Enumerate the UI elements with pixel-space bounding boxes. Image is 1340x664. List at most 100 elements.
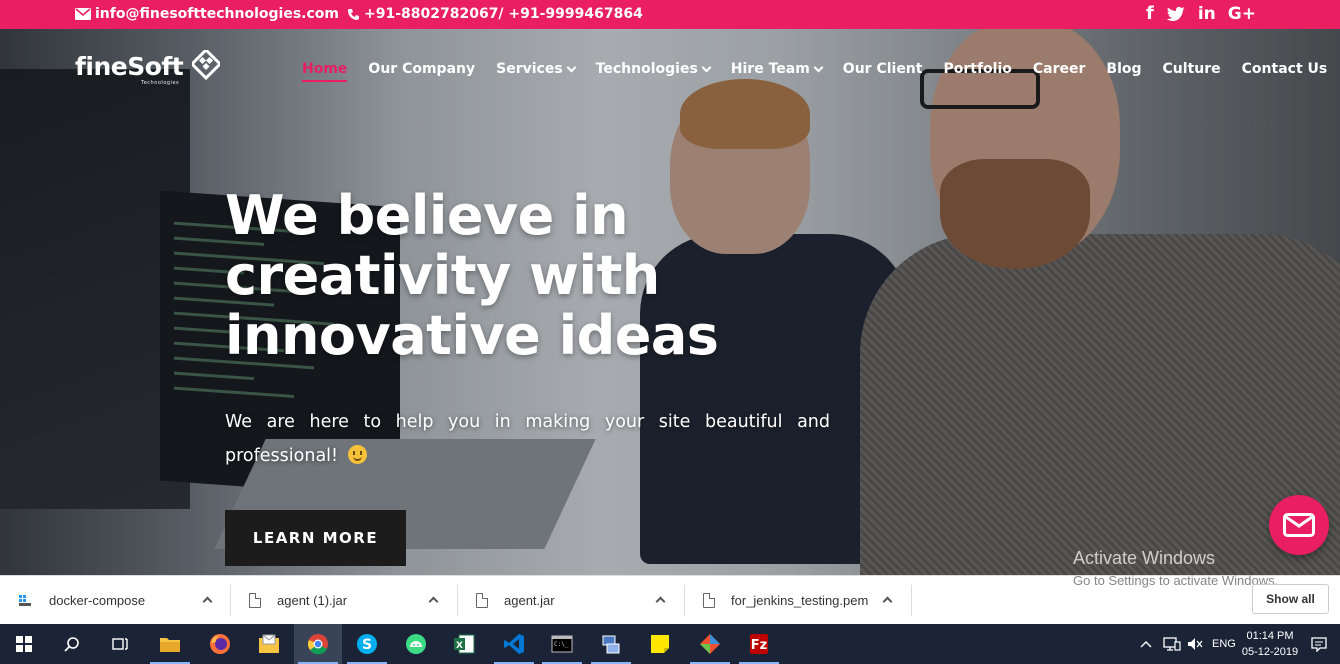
email-link[interactable]: info@finesofttechnologies.com: [95, 6, 339, 22]
learn-more-button[interactable]: LEARN MORE: [225, 510, 406, 566]
activate-windows-hint: Go to Settings to activate Windows.: [1073, 573, 1279, 588]
nav-portfolio[interactable]: Portfolio: [943, 61, 1011, 77]
taskbar-app[interactable]: [636, 624, 684, 664]
site-logo[interactable]: fineSoft Technologies: [75, 50, 221, 86]
nav-technologies[interactable]: Technologies: [596, 61, 712, 77]
nav-culture[interactable]: Culture: [1163, 61, 1221, 77]
input-language-button[interactable]: ENG: [1212, 624, 1236, 664]
activate-windows-watermark: Activate Windows: [1073, 548, 1216, 568]
taskbar-app[interactable]: S: [343, 624, 391, 664]
chevron-up-icon[interactable]: [882, 596, 893, 607]
download-item[interactable]: docker-compose: [18, 576, 231, 625]
windows-logo-icon: [16, 636, 32, 652]
search-icon: [64, 637, 79, 652]
logo-wordmark: fineSoft: [75, 51, 184, 81]
twitter-icon[interactable]: [1166, 6, 1186, 22]
vscode-icon: [504, 634, 524, 654]
docker-file-icon: [19, 594, 31, 606]
taskbar-app[interactable]: C:\_: [538, 624, 586, 664]
firefox-icon: [210, 634, 230, 654]
file-icon: [703, 593, 715, 608]
download-item[interactable]: agent.jar: [476, 576, 686, 625]
hero-headline-line-3: innovative ideas: [225, 304, 719, 367]
nav-career[interactable]: Career: [1033, 61, 1086, 77]
download-filename: agent (1).jar: [277, 593, 348, 608]
windows-taskbar: S X C:\_ Fz ENG 01:14 PM 05-12-2019: [0, 624, 1340, 664]
nav-our-client[interactable]: Our Client: [843, 61, 923, 77]
action-center-button[interactable]: [1311, 624, 1327, 664]
nav-home[interactable]: Home: [302, 61, 348, 82]
chevron-down-icon: [701, 62, 712, 72]
contact-mail-button[interactable]: [1269, 495, 1329, 555]
social-links: f in G+: [1146, 3, 1256, 24]
show-all-downloads-button[interactable]: Show all: [1252, 584, 1329, 614]
phone-icon: [347, 8, 359, 20]
network-icon: [1163, 637, 1181, 651]
search-button[interactable]: [48, 624, 96, 664]
chevron-up-icon[interactable]: [655, 596, 666, 607]
facebook-icon[interactable]: f: [1146, 3, 1154, 24]
main-nav: Home Our Company Services Technologies H…: [302, 61, 1340, 82]
svg-text:S: S: [362, 637, 372, 653]
notification-icon: [1311, 637, 1327, 652]
task-view-icon: [112, 638, 128, 650]
taskbar-app[interactable]: [146, 624, 194, 664]
svg-text:X: X: [456, 641, 463, 651]
file-icon: [249, 593, 261, 608]
excel-icon: X: [454, 634, 475, 654]
show-hidden-icons-button[interactable]: [1140, 624, 1152, 664]
chevron-up-icon[interactable]: [428, 596, 439, 607]
chrome-icon: [308, 634, 328, 655]
skype-icon: S: [357, 634, 377, 654]
terminal-icon: C:\_: [551, 635, 573, 653]
nav-blog[interactable]: Blog: [1106, 61, 1141, 77]
task-view-button[interactable]: [96, 624, 144, 664]
hero-headline-line-2: creativity with: [225, 244, 660, 307]
file-explorer-icon: [160, 638, 180, 652]
taskbar-app[interactable]: [392, 624, 440, 664]
download-filename: for_jenkins_testing.pem: [731, 593, 869, 608]
taskbar-app[interactable]: [686, 624, 734, 664]
linkedin-icon[interactable]: in: [1198, 4, 1216, 24]
taskbar-app[interactable]: [587, 624, 635, 664]
download-item[interactable]: agent (1).jar: [249, 576, 459, 625]
logo-diamond-icon: [192, 50, 221, 81]
nav-our-company[interactable]: Our Company: [368, 61, 475, 77]
download-item[interactable]: for_jenkins_testing.pem: [703, 576, 913, 625]
taskbar-app[interactable]: [490, 624, 538, 664]
volume-muted-icon: [1188, 638, 1203, 650]
nav-contact-us[interactable]: Contact Us: [1242, 61, 1328, 77]
android-studio-icon: [406, 634, 426, 654]
sticky-notes-icon: [651, 635, 669, 653]
svg-text:Fz: Fz: [751, 638, 767, 653]
hero-headline: We believe in creativity with innovative…: [225, 186, 845, 366]
network-tool-icon: [602, 635, 620, 654]
phone-numbers[interactable]: +91-8802782067/ +91-9999467864: [364, 6, 643, 22]
top-contact-bar: info@finesofttechnologies.com +91-880278…: [0, 0, 1340, 29]
taskbar-app[interactable]: Fz: [735, 624, 783, 664]
clock-date: 05-12-2019: [1241, 646, 1299, 658]
taskbar-app[interactable]: [245, 624, 293, 664]
taskbar-clock[interactable]: 01:14 PM 05-12-2019: [1240, 628, 1300, 660]
hero-subtitle: We are here to help you in making your s…: [225, 412, 830, 466]
chevron-down-icon: [566, 62, 577, 72]
nav-hire-team[interactable]: Hire Team: [731, 61, 824, 77]
volume-button[interactable]: [1187, 624, 1203, 664]
taskbar-app[interactable]: [196, 624, 244, 664]
contact-info: info@finesofttechnologies.com +91-880278…: [75, 6, 643, 22]
download-filename: docker-compose: [49, 593, 146, 608]
network-status-button[interactable]: [1163, 624, 1181, 664]
chevron-down-icon: [813, 62, 824, 72]
taskbar-app[interactable]: X: [440, 624, 488, 664]
svg-text:C:\_: C:\_: [554, 641, 569, 648]
mail-folder-icon: [259, 634, 279, 653]
filezilla-icon: Fz: [750, 634, 768, 654]
logo-tagline: Technologies: [141, 80, 180, 86]
taskbar-app[interactable]: [294, 624, 342, 664]
start-button[interactable]: [0, 624, 48, 664]
envelope-icon: [1283, 513, 1315, 537]
google-plus-icon[interactable]: G+: [1228, 4, 1256, 24]
file-icon: [476, 593, 488, 608]
nav-services[interactable]: Services: [496, 61, 577, 77]
chevron-up-icon[interactable]: [202, 596, 213, 607]
